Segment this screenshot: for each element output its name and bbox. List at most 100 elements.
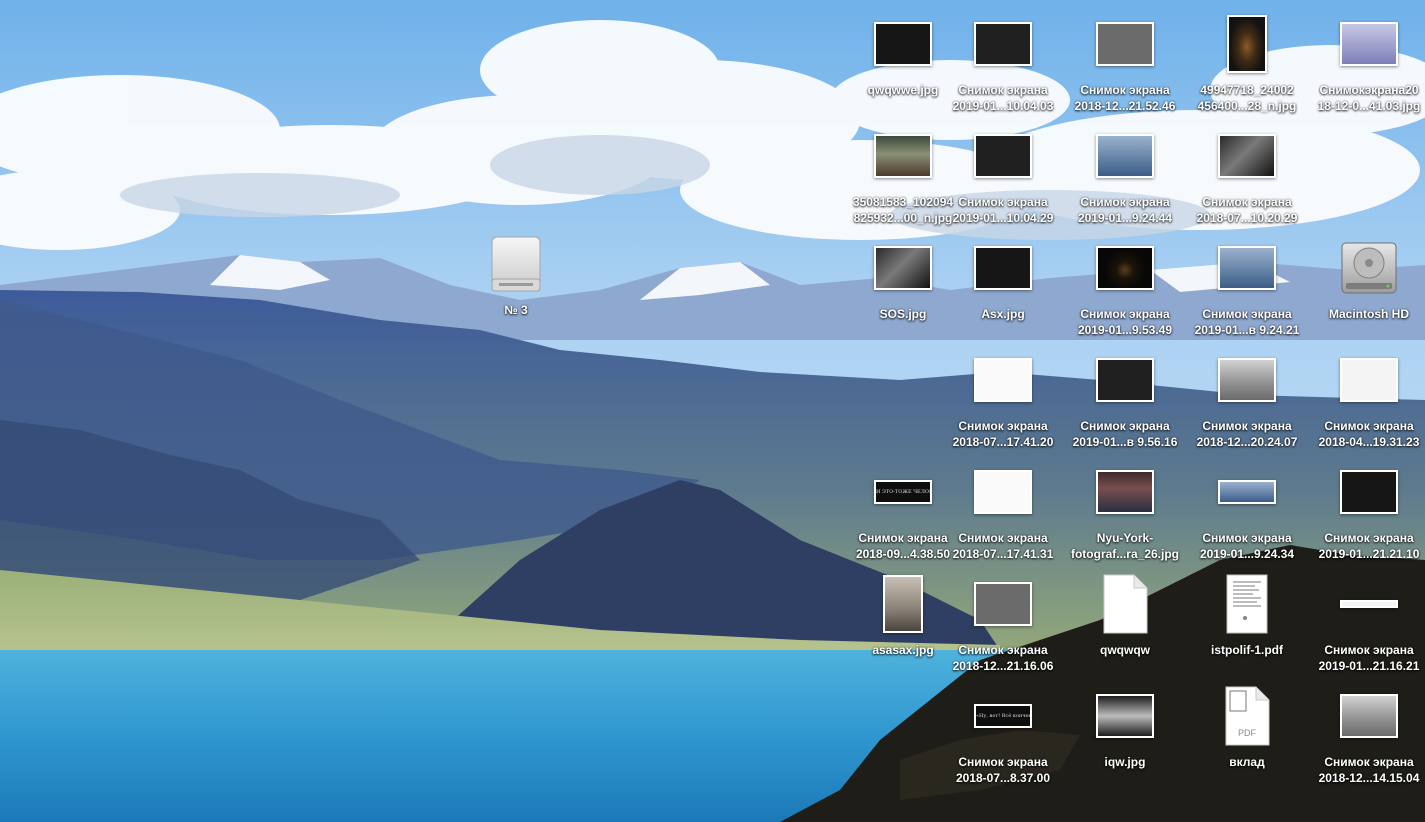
icon-label-line: Снимок экрана (1324, 419, 1414, 433)
icon-graphic-wrap (943, 232, 1063, 304)
desktop-icon-screenshot-2019-01-21-21-10[interactable]: Снимок экрана 2019-01...21.21.10 (1309, 456, 1425, 568)
image-thumbnail-icon: «Ну, вот! Всё кончено...» (974, 704, 1032, 728)
desktop-icon-screenshot-2019-01-9-24-34[interactable]: Снимок экрана 2019-01...9.24.34 (1187, 456, 1307, 568)
icon-graphic-wrap (943, 456, 1063, 528)
icon-graphic-wrap (1309, 680, 1425, 752)
icon-label: Снимок экрана 2018-07...8.37.00 (943, 754, 1063, 786)
image-thumbnail-icon (1340, 600, 1398, 608)
desktop-icon-screenshot-2018-12-14-15-04[interactable]: Снимок экрана 2018-12...14.15.04 (1309, 680, 1425, 792)
icon-label-line: 2018-12...21.52.46 (1074, 99, 1176, 113)
pdf-document-icon: PDF (1225, 686, 1270, 746)
icon-graphic-wrap (1187, 232, 1307, 304)
icon-label-line: 2018-07...10.20.29 (1196, 211, 1298, 225)
desktop-icon-screenshot-2018-12-20-24-07[interactable]: Снимок экрана 2018-12...20.24.07 (1187, 344, 1307, 456)
image-thumbnail-icon (1340, 694, 1398, 738)
icon-label-line: Снимокэкрана20 (1319, 83, 1419, 97)
icon-label-line: 2018-07...17.41.20 (952, 435, 1054, 449)
desktop-icon-screenshot-2018-12-21-16-06[interactable]: Снимок экрана 2018-12...21.16.06 (943, 568, 1063, 680)
desktop-icon-screenshot-2018-04-19-31-23[interactable]: Снимок экрана 2018-04...19.31.23 (1309, 344, 1425, 456)
image-thumbnail-icon (1218, 480, 1276, 504)
icon-label-line: 2018-12...14.15.04 (1318, 771, 1420, 785)
desktop-icon-macintosh-hd[interactable]: Macintosh HD (1309, 232, 1425, 344)
icon-label: Снимок экрана 2018-12...21.16.06 (943, 642, 1063, 674)
icon-label-line: 456400...28_n.jpg (1197, 99, 1297, 113)
desktop-icon-screenshot-2018-12-21-52-46[interactable]: Снимок экрана 2018-12...21.52.46 (1065, 8, 1185, 120)
icon-label-line: Снимок экрана (958, 755, 1048, 769)
icon-label-line: Снимок экрана (1324, 755, 1414, 769)
icon-label-line: Снимок экрана (958, 83, 1048, 97)
image-thumbnail-icon (1227, 15, 1267, 73)
desktop-icon-nyu-york-fotograf-jpg[interactable]: Nyu-York-fotograf...ra_26.jpg (1065, 456, 1185, 568)
desktop-icon-screenshot-2019-01-9-53-49[interactable]: Снимок экрана 2019-01...9.53.49 (1065, 232, 1185, 344)
image-thumbnail-icon (974, 134, 1032, 178)
icon-graphic-wrap (1309, 568, 1425, 640)
desktop-icon-screenshot-2019-01-v-9-56-16[interactable]: Снимок экрана 2019-01...в 9.56.16 (1065, 344, 1185, 456)
icon-label: Снимок экрана 2018-12...21.52.46 (1065, 82, 1185, 114)
icon-label: Снимокэкрана20 18-12-0...41.03.jpg (1309, 82, 1425, 114)
desktop-icon-screenshot-2019-01-9-24-44[interactable]: Снимок экрана 2019-01...9.24.44 (1065, 120, 1185, 232)
icon-label-line: 2019-01...9.24.34 (1199, 547, 1295, 561)
icon-label-line: Снимок экрана (1202, 195, 1292, 209)
icon-label: Снимок экрана 2019-01...21.16.21 (1309, 642, 1425, 674)
icon-label-line: 2019-01...21.16.21 (1318, 659, 1420, 673)
desktop-icon-screenshot-2019-01-10-04-29[interactable]: Снимок экрана 2019-01...10.04.29 (943, 120, 1063, 232)
icon-graphic-wrap (943, 8, 1063, 80)
drive-label-text: № 3 (504, 303, 528, 317)
desktop-icon-screenshot-2018-07-17-41-20[interactable]: Снимок экрана 2018-07...17.41.20 (943, 344, 1063, 456)
desktop-icon-asx-jpg[interactable]: Asx.jpg (943, 232, 1063, 344)
icon-graphic-wrap (1065, 344, 1185, 416)
icon-graphic-wrap (1065, 232, 1185, 304)
icon-graphic-wrap (1309, 456, 1425, 528)
thumbnail-caption: И ЭТО-ТОЖЕ ЧЕЛОВЕК (876, 489, 930, 495)
icon-label: Снимок экрана 2019-01...9.53.49 (1065, 306, 1185, 338)
desktop-icon-istpolif-1-pdf[interactable]: istpolif-1.pdf (1187, 568, 1307, 680)
thumbnail-caption: «Ну, вот! Всё кончено...» (976, 713, 1030, 719)
icon-label-line: 2018-12...21.16.06 (952, 659, 1054, 673)
icon-label-line: Снимок экрана (1202, 419, 1292, 433)
icon-label-line: 2019-01...21.21.10 (1318, 547, 1420, 561)
icon-label: Asx.jpg (943, 306, 1063, 322)
image-thumbnail-icon (874, 22, 932, 66)
image-thumbnail-icon (1096, 358, 1154, 402)
icon-label-line: 2018-12...20.24.07 (1196, 435, 1298, 449)
desktop-icon-screenshot-2019-01-10-04-03[interactable]: Снимок экрана 2019-01...10.04.03 (943, 8, 1063, 120)
icon-graphic-wrap (1065, 680, 1185, 752)
image-thumbnail-icon (974, 246, 1032, 290)
desktop[interactable]: № 3 qwqwwe.jpg Снимок экрана 2019-01...10.… (0, 0, 1425, 822)
icon-graphic-wrap (1065, 568, 1185, 640)
desktop-icon-screenshot-2018-07-10-20-29[interactable]: Снимок экрана 2018-07...10.20.29 (1187, 120, 1307, 232)
pdf-page-icon (1226, 574, 1268, 634)
desktop-icon-vklad[interactable]: PDF вклад (1187, 680, 1307, 792)
icon-graphic-wrap (1309, 344, 1425, 416)
icon-label-line: 2019-01...10.04.29 (952, 211, 1054, 225)
desktop-icon-49947718-jpg[interactable]: 49947718_24002 456400...28_n.jpg (1187, 8, 1307, 120)
desktop-icon-screenshot-2019-01-v-9-24-21[interactable]: Снимок экрана 2019-01...в 9.24.21 (1187, 232, 1307, 344)
icon-label-line: 2019-01...в 9.24.21 (1194, 323, 1300, 337)
drive-icon[interactable]: № 3 (456, 228, 576, 340)
desktop-icon-screenshot-2018-07-8-37-00[interactable]: «Ну, вот! Всё кончено...» Снимок экрана 20… (943, 680, 1063, 792)
icon-label: Снимок экрана 2019-01...9.24.44 (1065, 194, 1185, 226)
icon-graphic-wrap (943, 568, 1063, 640)
icon-label-line: Снимок экрана (1080, 83, 1170, 97)
image-thumbnail-icon (974, 582, 1032, 626)
desktop-icon-screenshot-2018-07-17-41-31[interactable]: Снимок экрана 2018-07...17.41.31 (943, 456, 1063, 568)
icon-label-line: 18-12-0...41.03.jpg (1317, 99, 1421, 113)
image-thumbnail-icon (1340, 358, 1398, 402)
icon-label: Снимок экрана 2019-01...9.24.34 (1187, 530, 1307, 562)
image-thumbnail-icon (1218, 358, 1276, 402)
icon-graphic-wrap: «Ну, вот! Всё кончено...» (943, 680, 1063, 752)
desktop-icon-screenshot-2019-01-21-16-21[interactable]: Снимок экрана 2019-01...21.16.21 (1309, 568, 1425, 680)
icon-label-line: istpolif-1.pdf (1211, 643, 1283, 657)
image-thumbnail-icon: И ЭТО-ТОЖЕ ЧЕЛОВЕК (874, 480, 932, 504)
image-thumbnail-icon (1096, 694, 1154, 738)
desktop-icon-qwqwqw[interactable]: qwqwqw (1065, 568, 1185, 680)
image-thumbnail-icon (883, 575, 923, 633)
image-thumbnail-icon (974, 358, 1032, 402)
icon-label-line: Снимок экрана (1324, 531, 1414, 545)
icon-label: Снимок экрана 2018-07...17.41.31 (943, 530, 1063, 562)
icon-label-line: Снимок экрана (1080, 419, 1170, 433)
desktop-icon-iqw-jpg[interactable]: iqw.jpg (1065, 680, 1185, 792)
image-thumbnail-icon (974, 22, 1032, 66)
desktop-icon-snimokekrana2018-12-41-03[interactable]: Снимокэкрана20 18-12-0...41.03.jpg (1309, 8, 1425, 120)
pdf-badge: PDF (1238, 728, 1257, 738)
